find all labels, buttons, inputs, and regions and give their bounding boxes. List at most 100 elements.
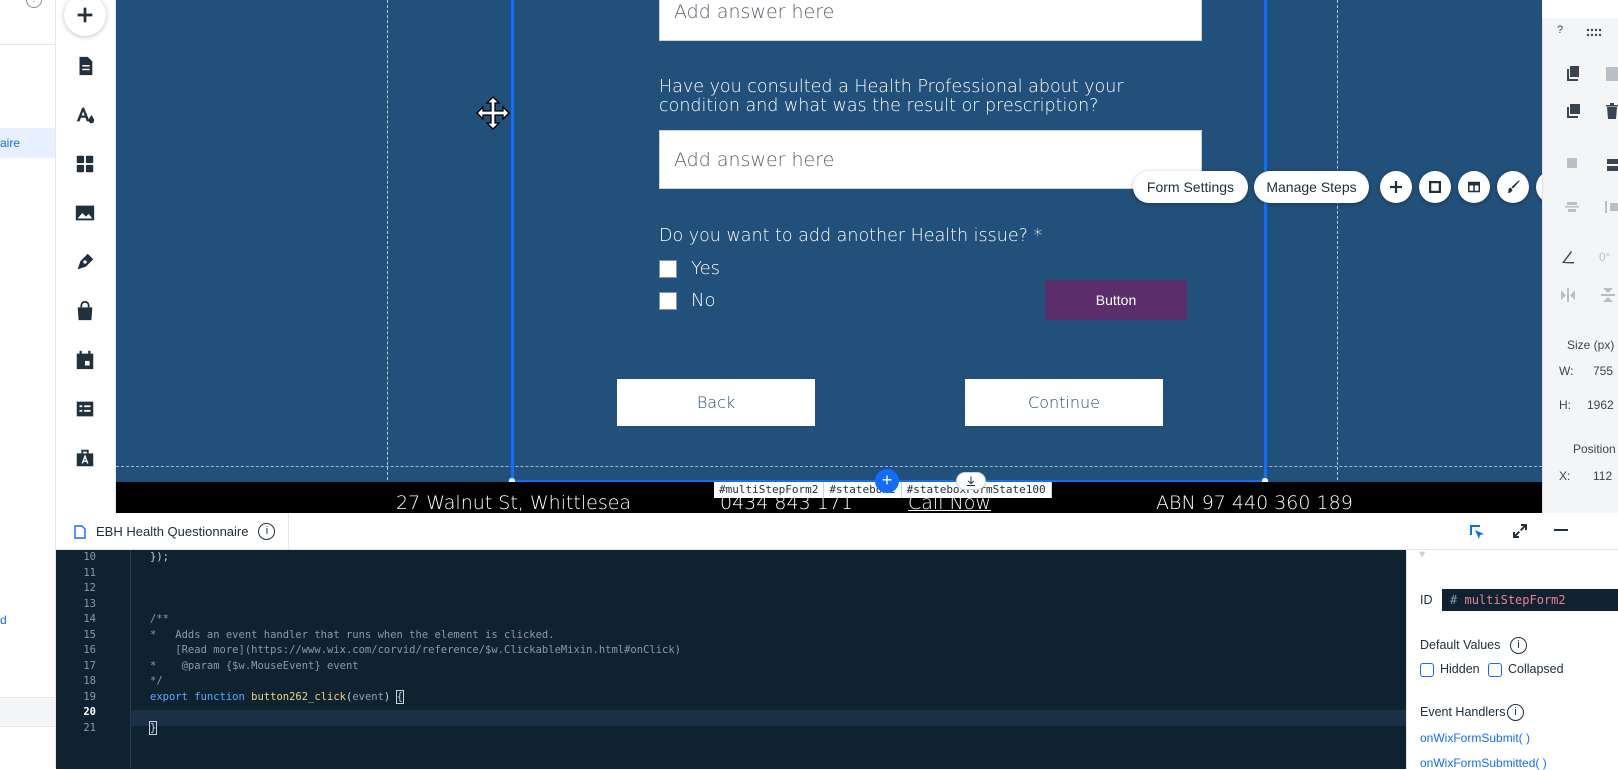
media-button[interactable]: [64, 192, 106, 234]
inspector-help[interactable]: ?: [1557, 24, 1563, 36]
calendar-icon: [76, 350, 94, 370]
help-icon[interactable]: ?: [26, 0, 42, 8]
toolbar-layout-button[interactable]: [1419, 171, 1451, 203]
shopping-bag-icon: [77, 300, 93, 321]
select-element-icon[interactable]: [1468, 523, 1486, 541]
question-consulted-label: Have you consulted a Health Professional…: [659, 77, 1124, 116]
flip-vertical-icon[interactable]: [1599, 286, 1617, 304]
form-settings-button[interactable]: Form Settings: [1133, 171, 1248, 203]
height-label: H:: [1559, 398, 1571, 412]
checkbox-no[interactable]: [659, 292, 677, 310]
code-line[interactable]: /**: [150, 613, 169, 625]
collapsed-checkbox[interactable]: [1488, 663, 1502, 677]
checkbox-yes[interactable]: [659, 260, 677, 278]
drag-grip-icon[interactable]: [1585, 24, 1603, 42]
paste-icon[interactable]: [1603, 64, 1618, 82]
add-section-button[interactable]: +: [875, 469, 899, 493]
page-icon: [79, 56, 93, 76]
back-button[interactable]: Back: [617, 379, 815, 426]
code-line[interactable]: export function button262_click(event) {: [150, 689, 404, 704]
pages-button[interactable]: [64, 45, 106, 87]
info-icon[interactable]: i: [1510, 637, 1527, 654]
toolbar-design-button[interactable]: [1497, 171, 1529, 203]
selection-edge-left: [511, 0, 514, 482]
arrange-icon[interactable]: [1565, 156, 1583, 174]
plus-icon: [77, 7, 93, 23]
stretch-handle[interactable]: [956, 472, 986, 490]
button262[interactable]: Button: [1045, 280, 1187, 320]
id-tag[interactable]: #multiStepForm2: [714, 482, 825, 498]
id-value: multiStepForm2: [1464, 593, 1566, 607]
section-guide-right: [1337, 0, 1338, 480]
properties-panel: ▾ ID # multiStepForm2 Default Values i H…: [1406, 547, 1618, 770]
info-icon[interactable]: i: [258, 523, 276, 540]
line-number: 11: [83, 566, 96, 579]
manage-steps-button[interactable]: Manage Steps: [1254, 171, 1369, 203]
answer-field-1[interactable]: Add answer here: [659, 0, 1202, 41]
apps-button[interactable]: [64, 143, 106, 185]
line-number: 17: [83, 659, 96, 672]
angle-value: 0°: [1599, 250, 1611, 264]
code-line[interactable]: }: [148, 720, 158, 735]
table-icon: [76, 401, 94, 417]
code-line[interactable]: * Adds an event handler that runs when t…: [150, 629, 555, 641]
event-handlers-label: Event Handlers: [1420, 705, 1506, 719]
delete-icon[interactable]: [1603, 102, 1618, 120]
handler-on-wix-form-submitted[interactable]: onWixFormSubmitted( ): [1420, 756, 1547, 770]
pages-item-selected[interactable]: aire: [0, 128, 55, 158]
toolbar-add-button[interactable]: [1380, 171, 1412, 203]
code-file-tab[interactable]: EBH Health Questionnaire i: [56, 513, 289, 550]
hidden-checkbox[interactable]: [1420, 663, 1434, 677]
distribute-icon[interactable]: [1603, 198, 1618, 216]
code-line[interactable]: */: [150, 675, 163, 687]
add-elements-button[interactable]: [64, 0, 106, 36]
layer-icon[interactable]: [1603, 156, 1618, 174]
handler-on-wix-form-submit[interactable]: onWixFormSubmit( ): [1420, 731, 1530, 745]
height-value[interactable]: 1962: [1587, 398, 1614, 412]
pen-icon: [77, 253, 94, 270]
line-number: 13: [83, 597, 96, 610]
id-hash: #: [1450, 593, 1458, 607]
minimize-icon[interactable]: [1554, 529, 1568, 533]
line-number: 14: [83, 613, 96, 625]
rotate-angle-icon[interactable]: [1559, 248, 1577, 266]
width-value[interactable]: 755: [1593, 364, 1613, 378]
question-another-issue-label: Do you want to add another Health issue?…: [659, 226, 1043, 246]
tool-sidebar: [56, 0, 116, 513]
panel-gray-bar: [0, 697, 55, 727]
copy-icon[interactable]: [1565, 64, 1583, 82]
toolbar-layouts-button[interactable]: [1458, 171, 1490, 203]
code-editor[interactable]: 10}); 11 12 13 14 /** 15 * Adds an event handle…: [56, 550, 1406, 769]
bookings-button[interactable]: [64, 339, 106, 381]
answer-placeholder: Add answer here: [674, 1, 835, 23]
image-icon: [75, 205, 95, 221]
answer-placeholder: Add answer here: [674, 149, 835, 171]
code-line[interactable]: });: [150, 551, 169, 563]
business-button[interactable]: [64, 437, 106, 479]
divider: [0, 44, 55, 45]
panel-text-fragment: d: [0, 613, 7, 627]
x-value[interactable]: 112: [1593, 469, 1612, 483]
selection-edge-right: [1264, 0, 1267, 482]
continue-button[interactable]: Continue: [965, 379, 1163, 426]
default-values-label: Default Values: [1420, 638, 1501, 652]
briefcase-icon: [76, 449, 94, 467]
id-field[interactable]: # multiStepForm2: [1442, 589, 1618, 611]
duplicate-icon[interactable]: [1565, 102, 1583, 120]
store-button[interactable]: [64, 290, 106, 332]
expand-icon[interactable]: [1512, 523, 1528, 539]
answer-field-2[interactable]: Add answer here: [659, 130, 1202, 189]
flip-horizontal-icon[interactable]: [1559, 286, 1577, 304]
info-icon[interactable]: i: [1507, 704, 1524, 721]
vector-art-button[interactable]: [64, 241, 106, 283]
panel-collapse-icon[interactable]: ▾: [1419, 546, 1425, 561]
cms-button[interactable]: [64, 388, 106, 430]
editor-canvas[interactable]: Add answer here Have you consulted a Hea…: [116, 0, 1542, 513]
code-line[interactable]: [Read more](https://www.wix.com/corvid/r…: [150, 644, 681, 656]
code-line[interactable]: * @param {$w.MouseEvent} event: [150, 660, 359, 672]
align-icon[interactable]: [1563, 198, 1581, 216]
design-button[interactable]: [64, 94, 106, 136]
arrow-down-icon: [967, 476, 975, 486]
move-cursor-icon: [476, 96, 510, 130]
line-number: 20: [83, 706, 96, 718]
